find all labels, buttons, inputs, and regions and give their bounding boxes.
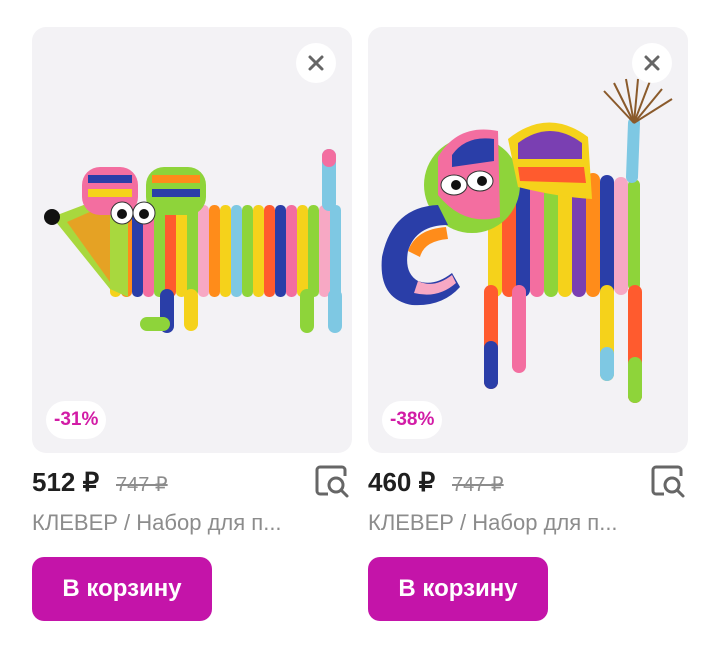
search-similar-icon: [651, 465, 685, 498]
remove-button[interactable]: [296, 43, 336, 83]
beaded-dog-image: [44, 149, 342, 333]
product-title[interactable]: КЛЕВЕР / Набор для п...: [368, 510, 688, 536]
product-image[interactable]: -31%: [32, 27, 352, 453]
find-similar-button[interactable]: [648, 461, 688, 501]
beaded-elephant-image: [381, 78, 673, 403]
add-to-cart-button[interactable]: В корзину: [32, 557, 212, 621]
product-card[interactable]: -38% 460 ₽ 747 ₽ КЛЕВЕР / Набор для п...…: [368, 27, 688, 621]
close-icon: [308, 55, 324, 71]
old-price: 747 ₽: [452, 474, 504, 496]
search-similar-icon: [315, 465, 349, 498]
product-card[interactable]: -31% 512 ₽ 747 ₽ КЛЕВЕР / Набор для п...…: [32, 27, 352, 621]
product-title[interactable]: КЛЕВЕР / Набор для п...: [32, 510, 352, 536]
discount-badge: -31%: [46, 401, 107, 439]
price-row: 460 ₽ 747 ₽: [368, 453, 688, 509]
old-price: 747 ₽: [116, 474, 168, 496]
remove-button[interactable]: [632, 43, 672, 83]
current-price: 460 ₽: [368, 467, 436, 497]
find-similar-button[interactable]: [312, 461, 352, 501]
price-row: 512 ₽ 747 ₽: [32, 453, 352, 509]
discount-badge: -38%: [382, 401, 443, 439]
add-to-cart-button[interactable]: В корзину: [368, 557, 548, 621]
current-price: 512 ₽: [32, 467, 100, 497]
product-image[interactable]: -38%: [368, 27, 688, 453]
close-icon: [644, 55, 660, 71]
